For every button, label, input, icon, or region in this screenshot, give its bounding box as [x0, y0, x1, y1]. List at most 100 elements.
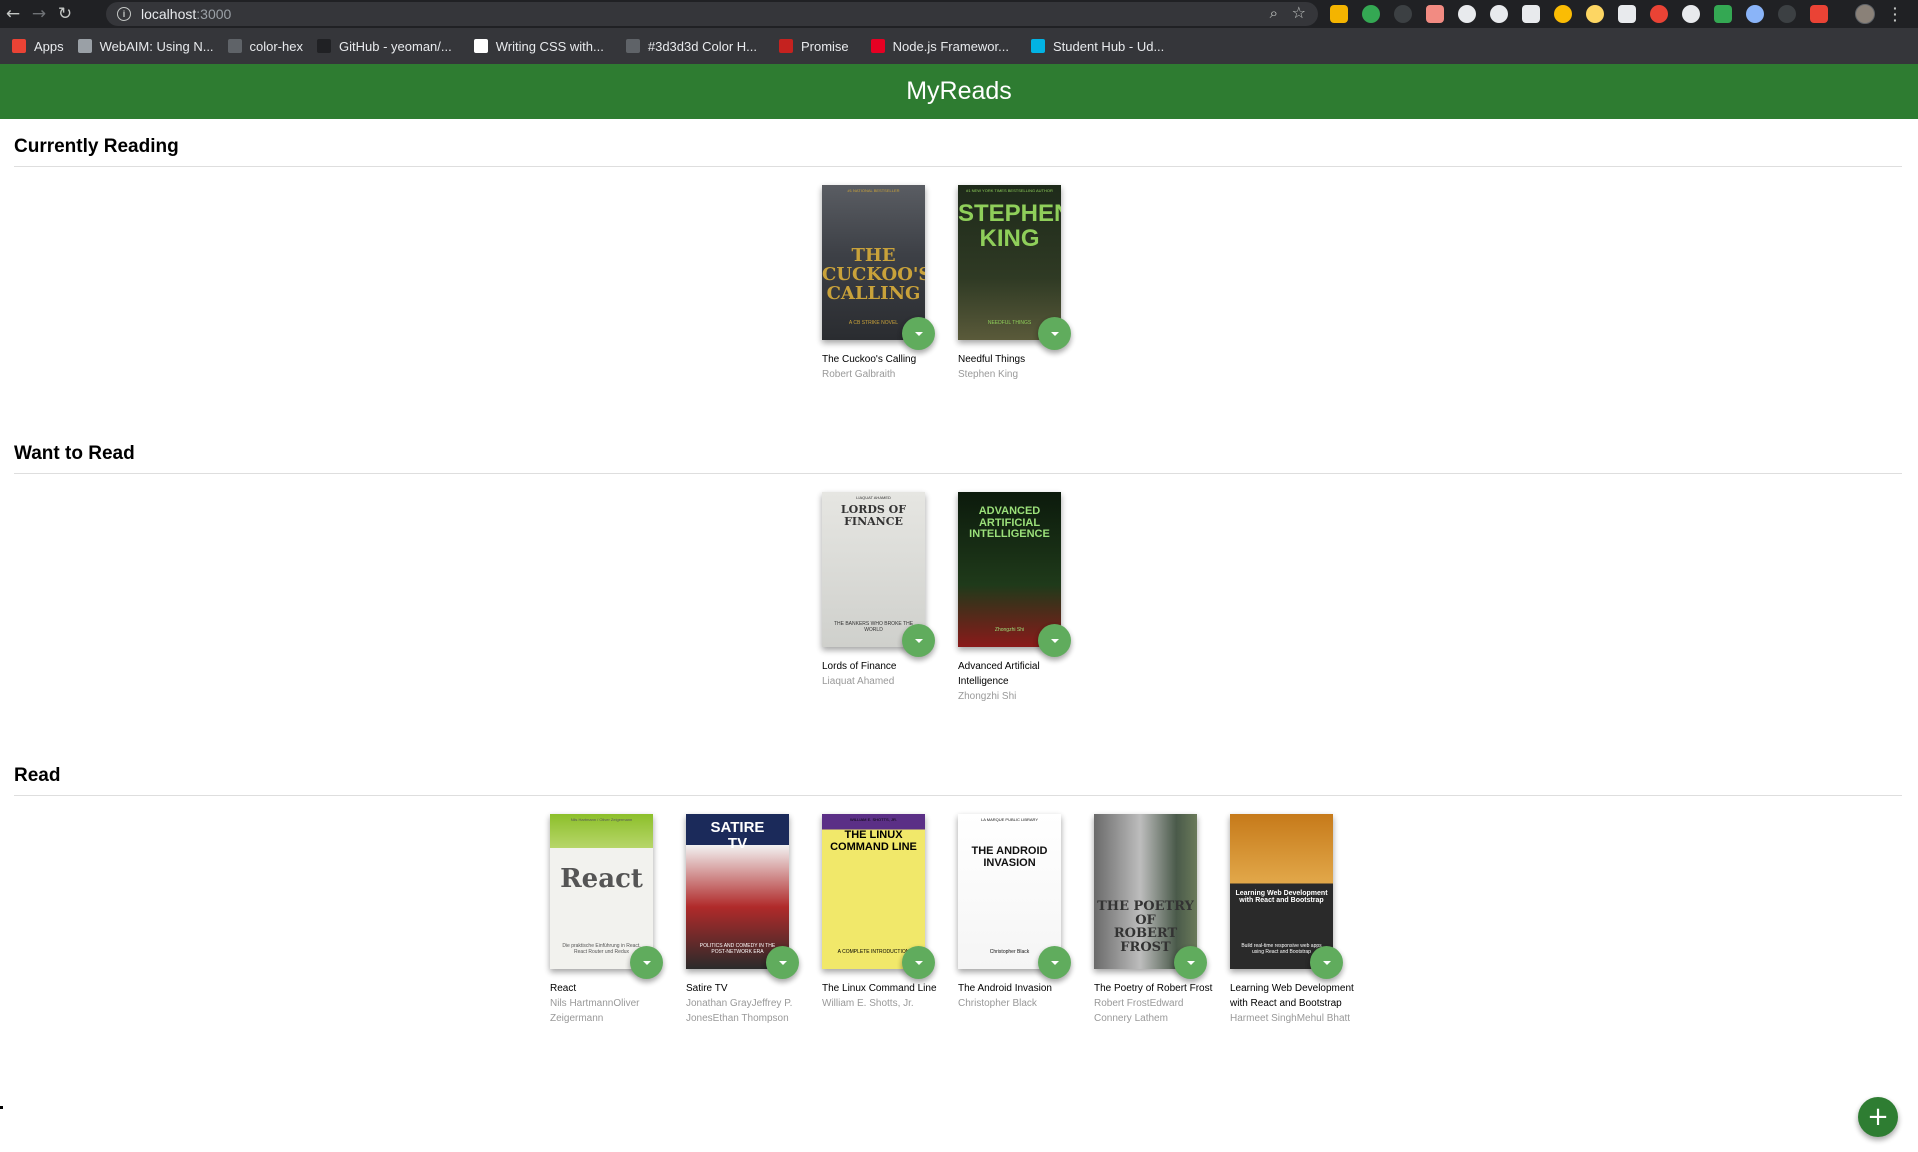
book-card: React Die praktische Einführung in React,… [550, 814, 686, 1026]
cover-image [958, 814, 1061, 969]
shelf-changer-button[interactable] [902, 624, 935, 657]
shelf-changer-button[interactable] [1310, 946, 1343, 979]
bookmark-label: Student Hub - Ud... [1053, 38, 1165, 54]
browser-menu-icon[interactable]: · · · [1893, 1, 1898, 27]
github-icon [317, 39, 332, 53]
cover-title-text: React [550, 865, 653, 893]
apps-grid-icon [12, 39, 26, 53]
chevron-down-icon [914, 331, 923, 336]
book-cover[interactable]: THE POETRY OF ROBERT FROST [1094, 814, 1197, 969]
shelf-title: Want to Read [14, 443, 1902, 474]
extension-icon[interactable] [1426, 5, 1444, 23]
extension-icon[interactable] [1522, 5, 1540, 23]
chevron-down-icon [1186, 960, 1195, 965]
browser-toolbar: ← → ↻ i localhost:3000 ⌕ ☆ · · · [0, 0, 1918, 28]
extension-icon[interactable] [1778, 5, 1796, 23]
cover-tagline-text: LA MARQUE PUBLIC LIBRARY [980, 817, 1039, 822]
book-authors: Robert Galbraith [822, 369, 896, 380]
shelf-changer-button[interactable] [766, 946, 799, 979]
book-cover[interactable]: THE LINUX COMMAND LINE A COMPLETE INTRODUC… [822, 814, 925, 969]
site-info-icon[interactable]: i [117, 7, 131, 21]
cover-tagline-text: LIAQUAT AHAMED [856, 495, 891, 500]
shelf-changer-button[interactable] [1038, 317, 1071, 350]
cover-line: TV [727, 834, 748, 852]
book-cover[interactable]: SATIRE TV POLITICS AND COMEDY IN THE POST-… [686, 814, 789, 969]
extension-icon[interactable] [1682, 5, 1700, 23]
shelf-changer-button[interactable] [902, 946, 935, 979]
bookmark-label: Promise [800, 38, 849, 54]
book-title: Learning Web Development with React and … [1230, 983, 1354, 1009]
cover-line: KING [979, 225, 1040, 253]
pinterest-icon [870, 39, 885, 53]
extension-icon[interactable] [1618, 5, 1636, 23]
book-cover[interactable]: STEPHEN KING NEEDFUL THINGS #1 NEW YORK TIM… [958, 185, 1061, 340]
chevron-down-icon [1050, 331, 1059, 336]
book-cover[interactable]: THE ANDROID INVASION Christopher Black LA M… [958, 814, 1061, 969]
book-cover[interactable]: Learning Web Development with React and B… [1230, 814, 1333, 969]
profile-avatar[interactable] [1855, 4, 1875, 24]
extension-icon[interactable] [1458, 5, 1476, 23]
cover-title-text: ADVANCED ARTIFICIAL INTELLIGENCE [958, 505, 1061, 541]
add-book-button[interactable]: + [1858, 1097, 1898, 1137]
mouse-cursor [0, 1106, 3, 1109]
shelf-changer-button[interactable] [1174, 946, 1207, 979]
cover-line: LORDS OF FINANCE [840, 503, 907, 528]
book-cover[interactable]: LORDS OF FINANCE THE BANKERS WHO BROKE TH… [822, 492, 925, 647]
bookmarks-bar: Apps WebAIM: Using N... color-hex GitHub - … [0, 28, 1918, 64]
back-button[interactable]: ← [0, 0, 26, 28]
extension-icon[interactable] [1362, 5, 1380, 23]
extension-icon[interactable] [1586, 5, 1604, 23]
extension-icon[interactable] [1810, 5, 1828, 23]
extension-icon[interactable] [1330, 5, 1348, 23]
extension-icon[interactable] [1746, 5, 1764, 23]
shelf-title: Currently Reading [14, 136, 1902, 167]
cover-title-text: THE POETRY OF ROBERT FROST [1094, 900, 1197, 955]
bookmark-label: WebAIM: Using N... [99, 38, 214, 54]
promise-icon [778, 39, 793, 53]
extension-icon[interactable] [1554, 5, 1572, 23]
bookmark-label: Writing CSS with... [495, 38, 604, 54]
forward-button[interactable]: → [26, 0, 52, 28]
cover-line: COMMAND LINE [830, 840, 917, 853]
bookmark-item[interactable]: Promise [778, 38, 849, 54]
cover-tagline-text: #1 NEW YORK TIMES BESTSELLING AUTHOR [966, 188, 1053, 193]
shelf-changer-button[interactable] [902, 317, 935, 350]
shelf-books: THE CUCKOO'S CALLING A CB STRIKE NOVEL #1 NA… [14, 185, 1902, 382]
bookmark-item[interactable]: Apps [12, 39, 64, 54]
book-cover[interactable]: THE CUCKOO'S CALLING A CB STRIKE NOVEL #1 NA… [822, 185, 925, 340]
extension-icon[interactable] [1714, 5, 1732, 23]
bookmark-item[interactable]: color-hex [227, 39, 303, 54]
bookmark-item[interactable]: #3d3d3d Color H... [625, 39, 757, 54]
book-title: Satire TV [686, 983, 728, 994]
extension-icon[interactable] [1490, 5, 1508, 23]
shelf-changer-button[interactable] [1038, 624, 1071, 657]
cover-title-text: STEPHEN KING [958, 201, 1061, 253]
extension-icon[interactable] [1394, 5, 1412, 23]
book-title: Lords of Finance [822, 661, 897, 672]
bookmark-item[interactable]: GitHub - yeoman/... [317, 39, 452, 54]
extension-icon[interactable] [1650, 5, 1668, 23]
bookmark-star-icon[interactable]: ☆ [1292, 3, 1306, 22]
reload-button[interactable]: ↻ [52, 0, 78, 28]
bookmark-item[interactable]: WebAIM: Using N... [77, 38, 214, 54]
bookmark-label: Node.js Framewor... [892, 38, 1009, 54]
cover-line: ROBERT [1113, 926, 1178, 942]
bookmark-item[interactable]: Node.js Framewor... [870, 38, 1009, 54]
shelf-changer-button[interactable] [630, 946, 663, 979]
book-card: ADVANCED ARTIFICIAL INTELLIGENCE Zhongzhi S… [958, 492, 1094, 704]
bookmark-label: Apps [34, 38, 64, 54]
address-bar[interactable]: i localhost:3000 ⌕ ☆ [106, 2, 1318, 26]
bookmark-item[interactable]: Writing CSS with... [473, 38, 604, 54]
book-cover[interactable]: React Die praktische Einführung in React,… [550, 814, 653, 969]
book-cover[interactable]: ADVANCED ARTIFICIAL INTELLIGENCE Zhongzhi S… [958, 492, 1061, 647]
book-title: The Linux Command Line [822, 983, 937, 994]
url-port: :3000 [196, 6, 232, 22]
shelf-changer-button[interactable] [1038, 946, 1071, 979]
zoom-icon[interactable]: ⌕ [1270, 4, 1278, 22]
book-card: STEPHEN KING NEEDFUL THINGS #1 NEW YORK TIM… [958, 185, 1094, 382]
bookmark-item[interactable]: Student Hub - Ud... [1031, 39, 1164, 54]
book-card: SATIRE TV POLITICS AND COMEDY IN THE POST-… [686, 814, 822, 1026]
cover-title-text: THE CUCKOO'S CALLING [822, 246, 925, 304]
cover-line: INTELLIGENCE [969, 528, 1050, 541]
cover-line: THE POETRY OF [1097, 899, 1194, 928]
